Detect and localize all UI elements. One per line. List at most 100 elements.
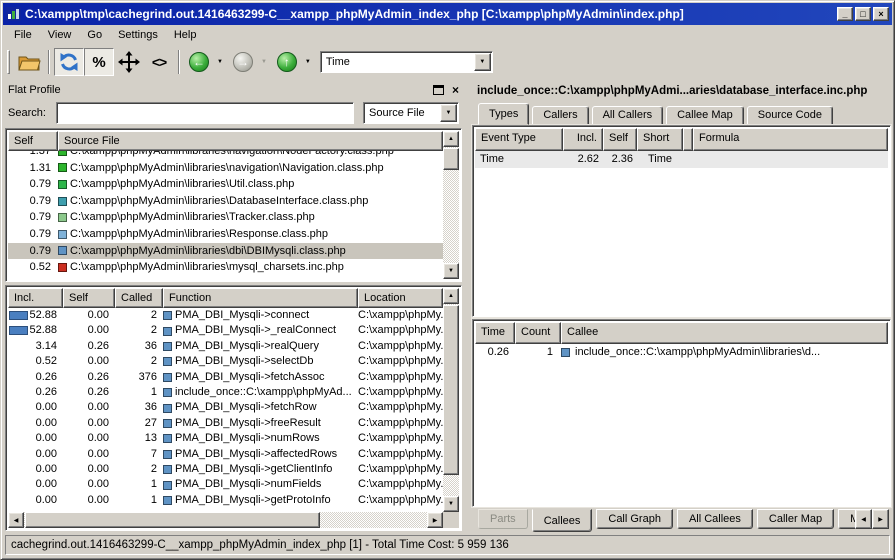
menu-help[interactable]: Help <box>166 27 205 43</box>
panel-splitter[interactable] <box>462 81 471 529</box>
tab-callees[interactable]: Callees <box>532 509 593 532</box>
column-header-callee[interactable]: Callee <box>561 322 888 344</box>
column-header-incl[interactable]: Incl. <box>563 128 603 151</box>
column-header-self[interactable]: Self <box>8 131 58 151</box>
vertical-scrollbar[interactable]: ▲ ▼ <box>443 131 459 279</box>
column-header-self[interactable]: Self <box>63 288 115 308</box>
scroll-down-icon[interactable]: ▼ <box>443 263 459 279</box>
event-types-header: Event Type Incl. Self Short Formula <box>475 128 888 151</box>
back-dropdown-arrow[interactable]: ▼ <box>217 59 223 65</box>
menu-settings[interactable]: Settings <box>110 27 166 43</box>
column-header-count[interactable]: Count <box>515 322 561 344</box>
tab-all-callers[interactable]: All Callers <box>592 106 664 125</box>
column-header-formula[interactable]: Formula <box>693 128 888 151</box>
scrollbar-thumb[interactable] <box>25 512 320 528</box>
window-title: C:\xampp\tmp\cachegrind.out.1416463299-C… <box>25 7 835 21</box>
table-row[interactable]: 0.260.261include_once::C:\xampp\phpMyAd.… <box>8 385 443 400</box>
maximize-button[interactable]: □ <box>855 7 871 21</box>
event-type-combobox[interactable]: Time ▼ <box>320 51 493 73</box>
close-button[interactable]: × <box>873 7 889 21</box>
bottom-tabs: Parts Callees Call Graph All Callees Cal… <box>478 509 856 533</box>
combobox-dropdown-icon[interactable]: ▼ <box>474 53 491 71</box>
table-row[interactable]: 52.880.002PMA_DBI_Mysqli->connectC:\xamp… <box>8 308 443 323</box>
tab-scroll-right-icon[interactable]: ▶ <box>872 509 889 529</box>
up-button[interactable]: ↑ <box>272 48 302 76</box>
tab-scroll-left-icon[interactable]: ◀ <box>855 509 872 529</box>
table-row[interactable]: 0.52C:\xampp\phpMyAdmin\libraries\mysql_… <box>8 259 443 276</box>
scroll-up-icon[interactable]: ▲ <box>443 131 459 147</box>
tab-machine-code[interactable]: Machine <box>838 509 856 529</box>
forward-dropdown-arrow[interactable]: ▼ <box>261 59 267 65</box>
menu-view[interactable]: View <box>40 27 80 43</box>
table-row[interactable]: 3.140.2636PMA_DBI_Mysqli->realQueryC:\xa… <box>8 339 443 354</box>
column-header-self[interactable]: Self <box>603 128 637 151</box>
column-header-location[interactable]: Location <box>358 288 443 308</box>
table-row[interactable]: 0.79C:\xampp\phpMyAdmin\libraries\Respon… <box>8 226 443 243</box>
horizontal-scrollbar[interactable]: ◀ ▶ <box>8 512 443 528</box>
table-row[interactable]: 0.52C:\xampp\phpMyAdmin\libraries\user_p… <box>8 276 443 279</box>
dock-title-bar[interactable]: Flat Profile × <box>8 81 459 99</box>
table-row[interactable]: 52.880.002PMA_DBI_Mysqli->_realConnectC:… <box>8 323 443 338</box>
percent-icon: % <box>92 54 105 71</box>
tab-caller-map[interactable]: Caller Map <box>757 509 834 529</box>
cycle-grouping-button[interactable] <box>54 48 84 76</box>
menu-file[interactable]: File <box>6 27 40 43</box>
vertical-scrollbar[interactable]: ▲ ▼ <box>443 288 459 512</box>
table-row[interactable]: 0.000.0027PMA_DBI_Mysqli->freeResultC:\x… <box>8 416 443 431</box>
table-row[interactable]: 0.79C:\xampp\phpMyAdmin\libraries\Databa… <box>8 193 443 210</box>
scroll-up-icon[interactable]: ▲ <box>443 288 459 304</box>
tab-call-graph[interactable]: Call Graph <box>596 509 673 529</box>
tab-source-code[interactable]: Source Code <box>747 106 833 125</box>
table-row[interactable]: 0.520.002PMA_DBI_Mysqli->selectDbC:\xamp… <box>8 354 443 369</box>
table-row[interactable]: 0.000.0013PMA_DBI_Mysqli->numRowsC:\xamp… <box>8 431 443 446</box>
menu-go[interactable]: Go <box>79 27 110 43</box>
title-bar[interactable]: C:\xampp\tmp\cachegrind.out.1416463299-C… <box>3 3 892 25</box>
tab-types[interactable]: Types <box>478 103 529 125</box>
expand-areas-button[interactable] <box>114 48 144 76</box>
toolbar-handle[interactable] <box>7 50 10 74</box>
event-type-row[interactable]: Time 2.62 2.36 Time <box>475 151 888 168</box>
forward-button[interactable]: → <box>228 48 258 76</box>
table-row[interactable]: 0.79C:\xampp\phpMyAdmin\libraries\Tracke… <box>8 209 443 226</box>
tab-callers[interactable]: Callers <box>532 106 588 125</box>
table-row[interactable]: 0.000.002PMA_DBI_Mysqli->getClientInfoC:… <box>8 462 443 477</box>
column-header-function[interactable]: Function <box>163 288 358 308</box>
scrollbar-thumb[interactable] <box>443 305 459 475</box>
table-row[interactable]: 0.000.001PMA_DBI_Mysqli->numFieldsC:\xam… <box>8 477 443 492</box>
up-icon: ↑ <box>277 52 297 72</box>
scroll-left-icon[interactable]: ◀ <box>8 512 24 528</box>
callee-row[interactable]: 0.26 1 include_once::C:\xampp\phpMyAdmin… <box>475 344 888 360</box>
cost-bar-icon <box>9 326 28 335</box>
table-row[interactable]: 0.000.001PMA_DBI_Mysqli->getProtoInfoC:\… <box>8 493 443 508</box>
relative-percent-button[interactable]: % <box>84 48 114 76</box>
shorten-templates-button[interactable]: <> <box>144 48 174 76</box>
column-header-called[interactable]: Called <box>115 288 163 308</box>
scrollbar-thumb[interactable] <box>443 148 459 170</box>
open-file-button[interactable] <box>14 48 44 76</box>
column-header-time[interactable]: Time <box>475 322 515 344</box>
table-row[interactable]: 0.260.26376PMA_DBI_Mysqli->fetchAssocC:\… <box>8 370 443 385</box>
search-input[interactable] <box>56 102 354 124</box>
table-row[interactable]: 1.37C:\xampp\phpMyAdmin\libraries\naviga… <box>8 151 443 160</box>
column-header-event-type[interactable]: Event Type <box>475 128 563 151</box>
tab-all-callees[interactable]: All Callees <box>677 509 753 529</box>
table-row[interactable]: 0.79C:\xampp\phpMyAdmin\libraries\Util.c… <box>8 176 443 193</box>
table-row[interactable]: 0.000.007PMA_DBI_Mysqli->affectedRowsC:\… <box>8 447 443 462</box>
close-dock-icon[interactable]: × <box>452 85 459 95</box>
scroll-right-icon[interactable]: ▶ <box>427 512 443 528</box>
group-mode-combobox[interactable]: Source File ▼ <box>363 102 459 124</box>
table-row-selected[interactable]: 0.79C:\xampp\phpMyAdmin\libraries\dbi\DB… <box>8 243 443 260</box>
up-dropdown-arrow[interactable]: ▼ <box>305 59 311 65</box>
column-header-source-file[interactable]: Source File <box>58 131 443 151</box>
tab-callee-map[interactable]: Callee Map <box>666 106 744 125</box>
column-header-incl[interactable]: Incl. <box>8 288 63 308</box>
float-dock-icon[interactable] <box>433 85 444 95</box>
scroll-down-icon[interactable]: ▼ <box>443 496 459 512</box>
table-row[interactable]: 1.31C:\xampp\phpMyAdmin\libraries\naviga… <box>8 160 443 177</box>
combobox-dropdown-icon[interactable]: ▼ <box>440 104 457 122</box>
tab-parts[interactable]: Parts <box>478 509 528 529</box>
column-header-short[interactable]: Short <box>637 128 683 151</box>
minimize-button[interactable]: _ <box>837 7 853 21</box>
back-button[interactable]: ← <box>184 48 214 76</box>
table-row[interactable]: 0.000.0036PMA_DBI_Mysqli->fetchRowC:\xam… <box>8 400 443 415</box>
